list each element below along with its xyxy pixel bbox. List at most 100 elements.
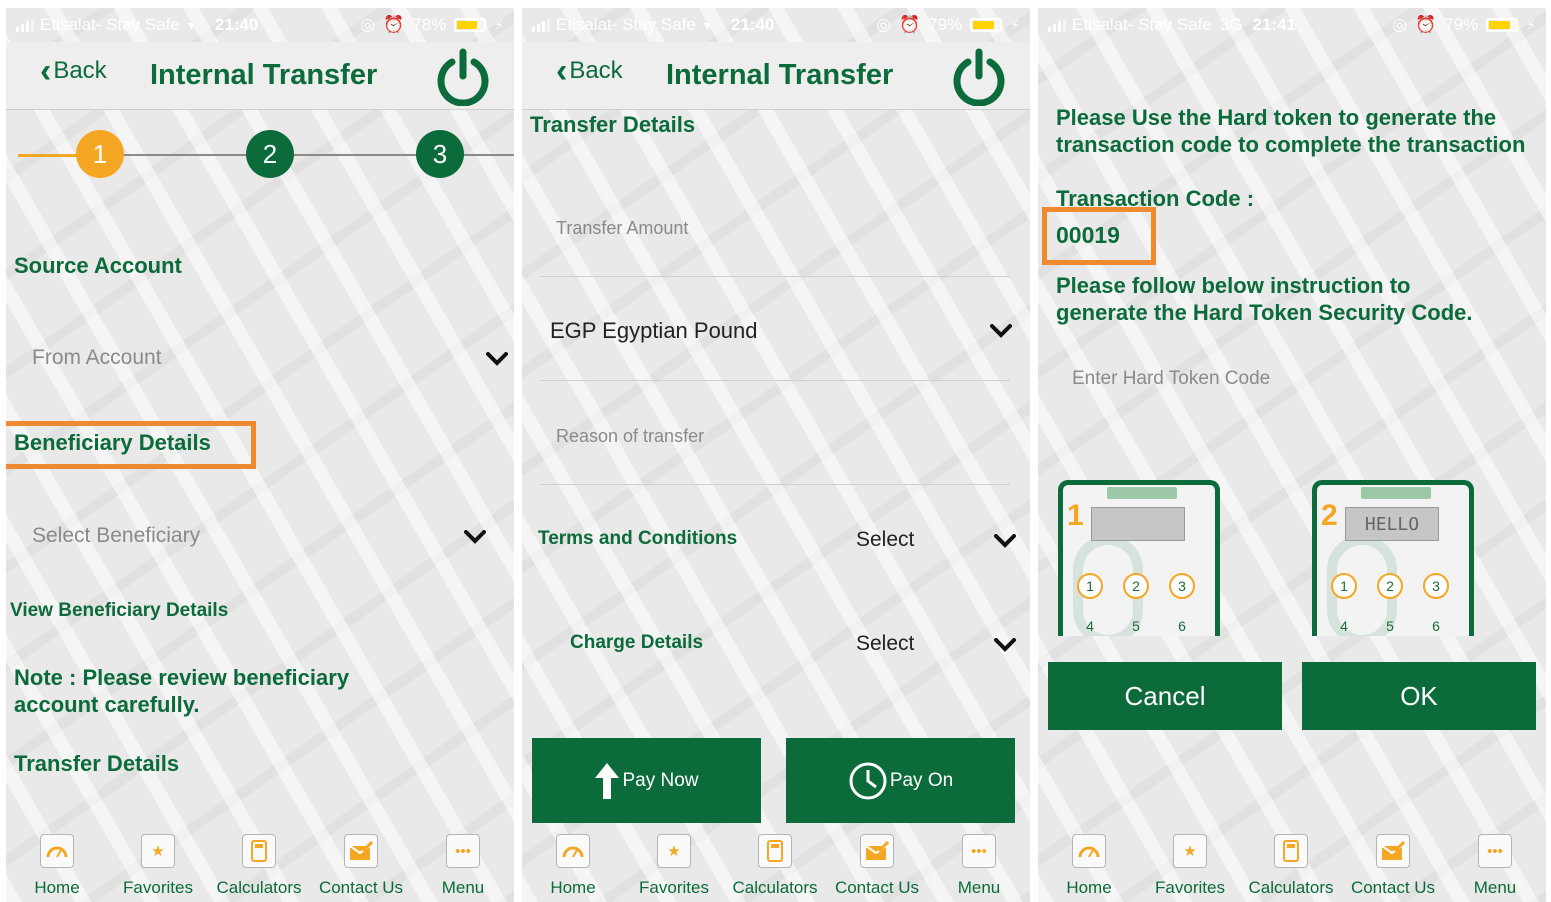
- status-time: 21:40: [730, 15, 775, 34]
- tab-home[interactable]: Home: [1062, 834, 1116, 902]
- tab-home[interactable]: Home: [30, 834, 84, 902]
- transfer-details-heading: Transfer Details: [14, 751, 180, 776]
- charge-select-value: Select: [856, 632, 915, 655]
- charge-select-dropdown[interactable]: Select: [848, 624, 1020, 664]
- power-logout-icon[interactable]: [950, 48, 1008, 106]
- cancel-button[interactable]: Cancel: [1048, 662, 1282, 730]
- tab-label: Contact Us: [834, 878, 920, 897]
- tab-contact-us[interactable]: Contact Us: [1344, 834, 1442, 902]
- bank-logo: [1361, 487, 1431, 499]
- envelope-pen-icon: [1376, 834, 1410, 868]
- from-account-dropdown[interactable]: From Account: [26, 338, 512, 388]
- tab-label: Menu: [1473, 878, 1517, 897]
- tab-label: Favorites: [123, 878, 193, 897]
- transfer-details-heading: Transfer Details: [530, 112, 696, 137]
- terms-select-dropdown[interactable]: Select: [848, 520, 1020, 560]
- bottom-tab-bar: Home ★ Favorites Calculators Contact Us •…: [522, 834, 1030, 902]
- charging-icon: ⚡: [494, 16, 504, 33]
- reason-of-transfer-input[interactable]: Reason of transfer: [540, 412, 1010, 486]
- hard-token-input[interactable]: Enter Hard Token Code: [1056, 358, 1526, 408]
- tab-menu[interactable]: ••• Menu: [952, 834, 1006, 902]
- tab-calculators[interactable]: Calculators: [728, 834, 822, 902]
- lock-rotation-icon: ◎: [876, 15, 891, 34]
- chevron-down-icon: [990, 324, 1012, 338]
- pay-now-button[interactable]: Pay Now: [532, 738, 761, 823]
- chevron-down-icon: [464, 530, 486, 544]
- tab-favorites[interactable]: ★ Favorites: [630, 834, 718, 902]
- token-key: 4: [1340, 618, 1348, 634]
- battery-percent: 78%: [412, 15, 447, 34]
- view-beneficiary-details-link[interactable]: View Beneficiary Details: [10, 600, 228, 622]
- chevron-down-icon: [486, 352, 508, 366]
- hard-token-instruction: Please follow below instruction to gener…: [1056, 272, 1472, 326]
- star-icon: ★: [1173, 834, 1207, 868]
- tab-menu[interactable]: ••• Menu: [436, 834, 490, 902]
- tab-calculators[interactable]: Calculators: [1244, 834, 1338, 902]
- wifi-icon: ▾: [703, 16, 711, 33]
- token-instruction-line-2: transaction code to complete the transac…: [1056, 132, 1526, 157]
- token-key: 4: [1086, 618, 1094, 634]
- signal-icon: [16, 18, 34, 32]
- tab-favorites[interactable]: ★ Favorites: [1146, 834, 1234, 902]
- tab-contact-us[interactable]: Contact Us: [312, 834, 410, 902]
- token-screen: [1091, 507, 1185, 541]
- chevron-left-icon: ‹: [40, 52, 52, 90]
- network-type: 3G: [1219, 15, 1243, 34]
- tab-label: Favorites: [1155, 878, 1225, 897]
- battery-icon: [454, 18, 487, 32]
- bottom-tab-bar: Home ★ Favorites Calculators Contact Us •…: [6, 834, 514, 902]
- calculator-icon: [242, 834, 276, 868]
- currency-dropdown[interactable]: EGP Egyptian Pound: [540, 308, 1018, 358]
- tab-label: Contact Us: [318, 878, 404, 897]
- battery-icon: [1486, 18, 1519, 32]
- tab-contact-us[interactable]: Contact Us: [828, 834, 926, 902]
- speedometer-icon: [40, 834, 74, 868]
- chevron-down-icon: [994, 638, 1016, 652]
- pay-on-button[interactable]: Pay On: [786, 738, 1015, 823]
- tab-label: Home: [34, 878, 80, 897]
- select-beneficiary-placeholder: Select Beneficiary: [32, 524, 201, 547]
- status-bar: Etisalat- Stay Safe 3G 21:41 ◎ ⏰ 79% ⚡: [1038, 8, 1546, 42]
- battery-level: [1489, 21, 1510, 29]
- envelope-pen-icon: [860, 834, 894, 868]
- progress-stepper: 1 2 3: [6, 130, 514, 180]
- tab-home[interactable]: Home: [546, 834, 600, 902]
- token-key: 5: [1386, 618, 1394, 634]
- tab-favorites[interactable]: ★ Favorites: [114, 834, 202, 902]
- battery-icon: [970, 18, 1003, 32]
- clock-icon: [849, 762, 887, 799]
- nav-bar: ‹ Back Internal Transfer: [6, 42, 514, 110]
- beneficiary-details-heading: Beneficiary Details: [14, 430, 211, 455]
- chevron-down-icon: [994, 534, 1016, 548]
- select-beneficiary-dropdown[interactable]: Select Beneficiary: [26, 516, 492, 566]
- token-key: 2: [1377, 573, 1403, 599]
- token-key: 5: [1132, 618, 1140, 634]
- arrow-up-icon: [595, 762, 620, 799]
- back-label: Back: [53, 57, 107, 84]
- tab-menu[interactable]: ••• Menu: [1468, 834, 1522, 902]
- currency-value: EGP Egyptian Pound: [550, 318, 758, 343]
- calculator-icon: [758, 834, 792, 868]
- lock-rotation-icon: ◎: [360, 15, 375, 34]
- token-key: 1: [1077, 573, 1103, 599]
- tab-label: Calculators: [216, 878, 302, 897]
- calculator-icon: [1274, 834, 1308, 868]
- tab-calculators[interactable]: Calculators: [212, 834, 306, 902]
- battery-percent: 79%: [928, 15, 963, 34]
- star-icon: ★: [657, 834, 691, 868]
- ok-button[interactable]: OK: [1302, 662, 1536, 730]
- instruction-step-number: 1: [1067, 499, 1084, 532]
- tab-label: Contact Us: [1350, 878, 1436, 897]
- back-button[interactable]: ‹ Back: [556, 54, 623, 88]
- back-button[interactable]: ‹ Back: [40, 52, 107, 90]
- battery-percent: 79%: [1444, 15, 1479, 34]
- pay-now-label: Pay Now: [622, 769, 699, 791]
- tab-label: Menu: [441, 878, 485, 897]
- tab-label: Home: [1066, 878, 1112, 897]
- power-logout-icon[interactable]: [434, 48, 492, 106]
- token-key: 3: [1169, 573, 1195, 599]
- divider: [540, 380, 1010, 381]
- source-account-heading: Source Account: [14, 253, 182, 278]
- transfer-amount-input[interactable]: Transfer Amount: [540, 204, 1010, 278]
- page-title: Internal Transfer: [666, 59, 894, 91]
